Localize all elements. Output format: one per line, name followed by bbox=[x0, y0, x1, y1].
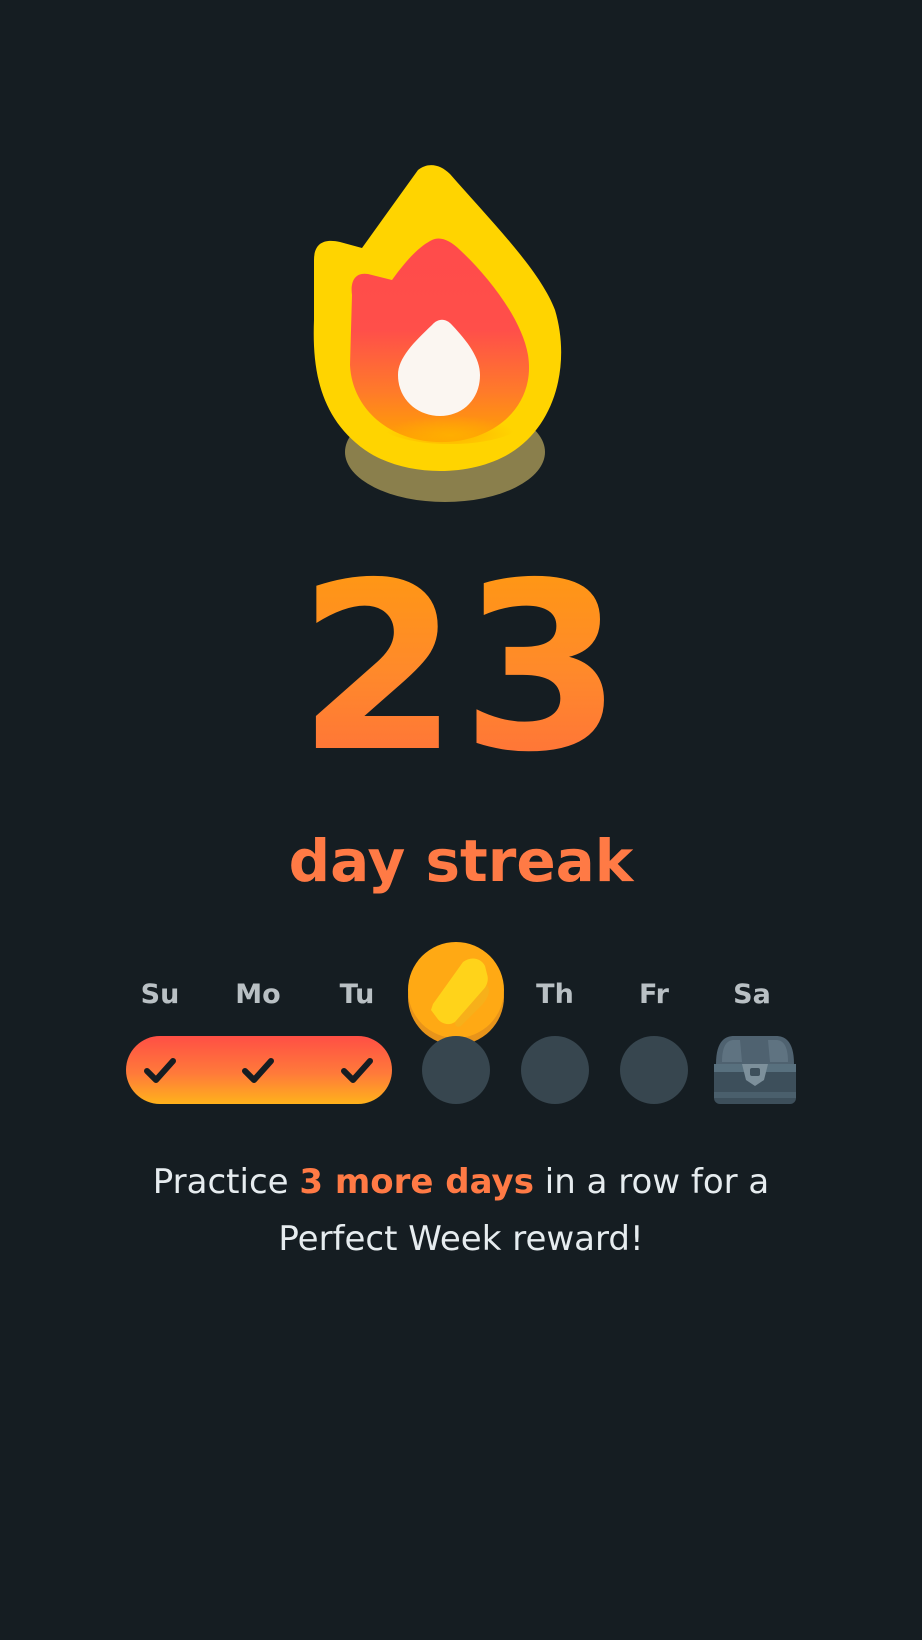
day-label-tu: Tu bbox=[339, 979, 375, 1010]
treasure-chest-icon bbox=[712, 1034, 798, 1106]
streak-count: 23 bbox=[0, 548, 922, 788]
perfect-week-message: Practice 3 more days in a row for a Perf… bbox=[90, 1154, 832, 1268]
message-highlight: 3 more days bbox=[299, 1162, 534, 1202]
flame-icon bbox=[300, 160, 600, 540]
day-label-fr: Fr bbox=[638, 979, 670, 1010]
day-label-su: Su bbox=[140, 979, 180, 1010]
coin-icon bbox=[405, 942, 507, 1045]
day-circle-fr bbox=[620, 1036, 688, 1104]
streak-label: day streak bbox=[288, 827, 634, 895]
check-icon bbox=[238, 1050, 278, 1090]
day-circle-we bbox=[422, 1036, 490, 1104]
day-label-sa: Sa bbox=[733, 979, 771, 1010]
check-icon bbox=[337, 1050, 377, 1090]
message-prefix: Practice bbox=[152, 1162, 300, 1202]
check-icon bbox=[140, 1050, 180, 1090]
day-label-th: Th bbox=[536, 979, 574, 1010]
day-circle-th bbox=[521, 1036, 589, 1104]
day-label-mo: Mo bbox=[235, 979, 281, 1010]
